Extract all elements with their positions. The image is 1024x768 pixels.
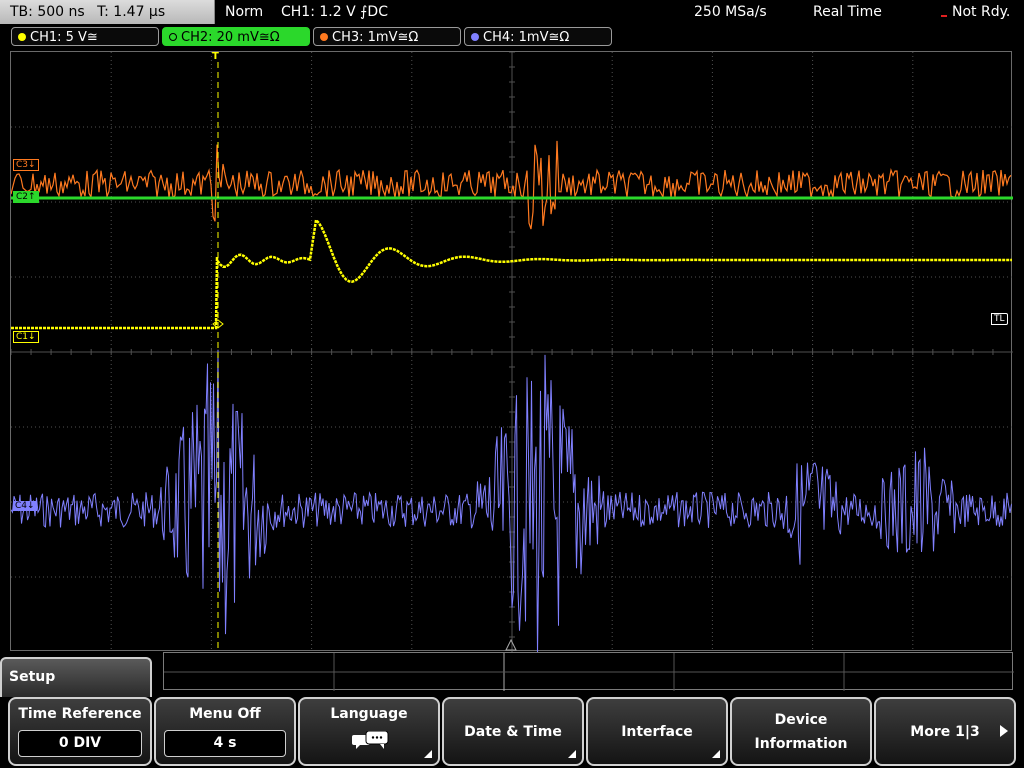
menu-off-label: Menu Off: [189, 706, 261, 722]
next-page-arrow-icon: [1000, 725, 1008, 737]
ch3-dot-icon: [320, 33, 328, 41]
trigger-mode: Norm: [225, 4, 264, 20]
ch3-label: CH3: 1mV≅Ω: [332, 30, 419, 45]
ch3-marker[interactable]: C3↓: [13, 159, 39, 171]
language-label: Language: [330, 706, 408, 722]
menu-title: Setup: [9, 669, 56, 685]
ch1-label: CH1: 5 V≅: [30, 30, 98, 45]
waveform-canvas: [11, 52, 1013, 652]
zoom-strip-grid: [164, 653, 1014, 691]
acquisition-mode: Real Time: [813, 4, 882, 20]
time-reference-label: Time Reference: [18, 706, 142, 722]
device-information-line1: Device: [774, 711, 828, 728]
acquisition-state: Not Rdy.: [952, 4, 1011, 20]
zoom-strip: [163, 652, 1014, 691]
tab-ch1[interactable]: CH1: 5 V≅: [11, 27, 159, 46]
waveform-display[interactable]: C3↓ C2↑ C1↓ C4↓ TL T: [10, 51, 1013, 652]
time-reference-value: 0 DIV: [18, 730, 142, 757]
device-information-line2: Information: [754, 735, 848, 752]
tab-ch4[interactable]: CH4: 1mV≅Ω: [464, 27, 612, 46]
ch2-dot-icon: [169, 33, 177, 41]
menu-title-tab: Setup: [0, 657, 152, 697]
interface-label: Interface: [621, 723, 693, 740]
ch4-marker[interactable]: C4↓: [13, 501, 37, 511]
trigger-level-marker[interactable]: TL: [991, 313, 1008, 325]
submenu-indicator-icon: [568, 750, 576, 758]
language-button[interactable]: Language: [298, 697, 440, 766]
ch1-marker[interactable]: C1↓: [13, 331, 39, 343]
date-time-button[interactable]: Date & Time: [442, 697, 584, 766]
trigger-time-value: T: 1.47 µs: [97, 4, 166, 20]
interface-button[interactable]: Interface: [586, 697, 728, 766]
more-label: More 1|3: [910, 723, 980, 740]
trigger-source: CH1: 1.2 V ⨍DC: [281, 4, 388, 20]
trigger-position-marker[interactable]: T: [212, 51, 219, 62]
time-reference-icon: [505, 638, 517, 651]
time-reference-button[interactable]: Time Reference 0 DIV: [8, 697, 152, 766]
timebase-panel[interactable]: TB: 500 ns T: 1.47 µs: [0, 0, 215, 24]
submenu-indicator-icon: [424, 750, 432, 758]
menu-off-button[interactable]: Menu Off 4 s: [154, 697, 296, 766]
menu-off-value: 4 s: [164, 730, 286, 757]
ch3-waveform: [11, 140, 1012, 230]
ch2-label: CH2: 20 mV≅Ω: [181, 30, 280, 45]
ch2-marker[interactable]: C2↑: [13, 191, 39, 203]
submenu-indicator-icon: [712, 750, 720, 758]
status-indicator-icon: [941, 3, 947, 17]
device-information-label: Device Information: [732, 699, 870, 764]
date-time-label: Date & Time: [464, 723, 562, 740]
ch4-dot-icon: [471, 33, 479, 41]
tab-ch2[interactable]: CH2: 20 mV≅Ω: [162, 27, 310, 46]
sample-rate: 250 MSa/s: [694, 4, 767, 20]
more-button[interactable]: More 1|3: [874, 697, 1016, 766]
status-bar: TB: 500 ns T: 1.47 µs Norm CH1: 1.2 V ⨍D…: [0, 0, 1024, 24]
tab-ch3[interactable]: CH3: 1mV≅Ω: [313, 27, 461, 46]
speech-bubbles-icon: [352, 730, 392, 755]
ch4-label: CH4: 1mV≅Ω: [483, 30, 570, 45]
ch1-dot-icon: [18, 33, 26, 41]
timebase-value: TB: 500 ns: [10, 4, 85, 20]
device-information-button[interactable]: Device Information: [730, 697, 872, 766]
